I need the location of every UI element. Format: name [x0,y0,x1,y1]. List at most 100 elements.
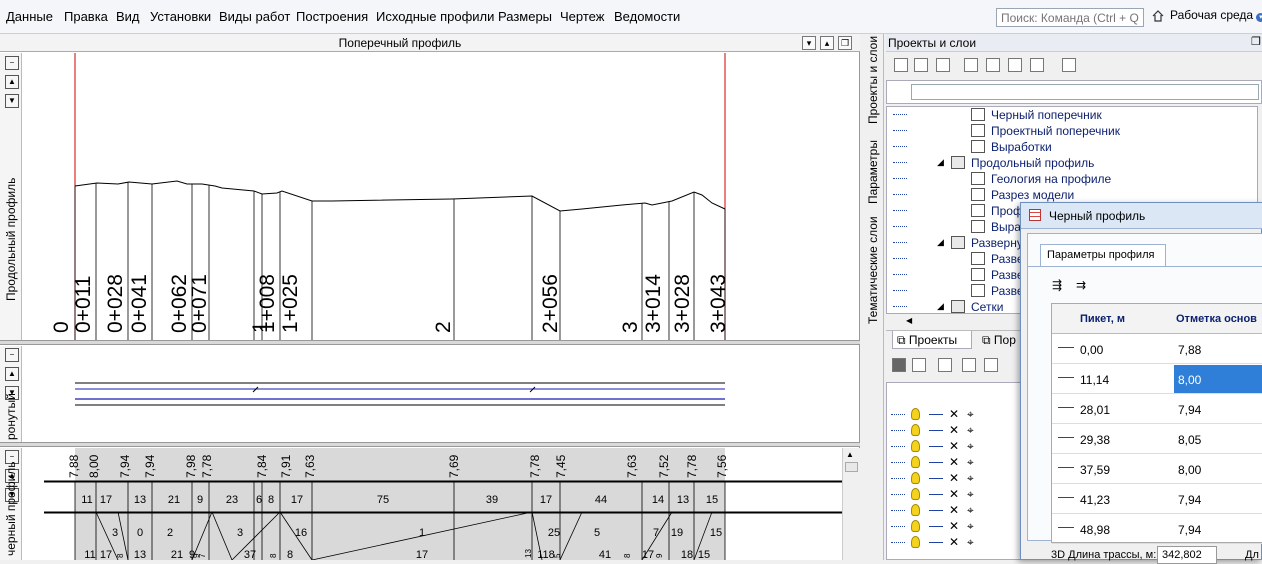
tree-item[interactable]: ◢ Продольный профиль [887,155,1259,171]
collapse-button[interactable]: − [5,348,19,362]
tree-item[interactable]: Черный поперечник [887,107,1259,123]
visibility-bulb-icon[interactable] [911,456,920,468]
copy-layer-icon[interactable] [962,358,976,372]
restore-button[interactable]: ❐ [838,36,852,50]
target-icon[interactable]: ⌖ [967,455,974,470]
cross-icon[interactable]: ✕ [949,535,959,549]
piket-cell[interactable]: 28,01 [1080,403,1110,417]
grid-row[interactable]: 0,00 7,88 [1052,334,1262,364]
tree-item[interactable]: Разрез модели [887,187,1259,203]
grid-row[interactable]: 41,23 7,94 [1052,484,1262,514]
float-icon[interactable]: ❐ [1251,35,1261,48]
layer-row[interactable]: ✕ ⌖ [887,439,1021,455]
grid-row[interactable]: 28,01 7,94 [1052,394,1262,424]
target-icon[interactable]: ⌖ [967,471,974,486]
expand-icon[interactable]: ◢ [937,237,944,248]
new-document-icon[interactable] [964,58,978,72]
scrollbar-thumb[interactable] [845,462,858,472]
tree-add-icon[interactable] [914,58,928,72]
layer-row[interactable]: ✕ ⌖ [887,535,1021,551]
tab-other[interactable]: ⧉ Пор [982,333,1016,348]
lock-icon[interactable] [929,510,943,511]
elevation-cell[interactable]: 7,88 [1178,343,1201,357]
target-icon[interactable]: ⌖ [967,487,974,502]
tree-item[interactable]: Выработки [887,139,1259,155]
side-tab-longitudinal[interactable]: − ▲ ▼ Продольный профиль [0,53,22,340]
target-icon[interactable]: ⌖ [967,423,974,438]
lock-icon[interactable] [929,478,943,479]
lock-icon[interactable] [929,446,943,447]
expand-icon[interactable]: ◢ [937,157,944,168]
menu-source-profiles[interactable]: Исходные профили [376,9,494,24]
elevation-cell[interactable]: 8,00 [1174,365,1262,393]
pane-separator[interactable] [0,340,860,345]
side-tab-unfolded[interactable]: − ▲ ▼ ронутый [0,346,22,442]
menu-view[interactable]: Вид [116,9,140,24]
tree-icon[interactable] [894,58,908,72]
lock-icon[interactable] [929,542,943,543]
visibility-bulb-icon[interactable] [911,488,920,500]
command-search-input[interactable] [996,8,1144,27]
piket-cell[interactable]: 37,59 [1080,463,1110,477]
tree-remove-icon[interactable] [936,58,950,72]
layer-row[interactable]: ✕ ⌖ [887,455,1021,471]
cross-icon[interactable]: ✕ [949,439,959,453]
piket-cell[interactable]: 29,38 [1080,433,1110,447]
visibility-bulb-icon[interactable] [911,536,920,548]
grid-row[interactable]: 11,14 8,00 [1052,364,1262,394]
cross-icon[interactable]: ✕ [949,519,959,533]
visibility-bulb-icon[interactable] [911,504,920,516]
menu-data[interactable]: Данные [6,9,53,24]
pane-separator[interactable] [0,442,860,447]
layer-icon[interactable] [892,358,906,372]
document-icon[interactable] [1008,58,1022,72]
visibility-bulb-icon[interactable] [911,408,920,420]
transform-icon[interactable] [984,358,998,372]
grid-row[interactable]: 48,98 7,94 [1052,514,1262,544]
piket-cell[interactable]: 48,98 [1080,523,1110,537]
tab-thematic-layers[interactable]: Тематические слои [866,216,880,324]
target-icon[interactable]: ⌖ [967,439,974,454]
tab-projects[interactable]: ⧉ Проекты [892,331,972,349]
cross-icon[interactable]: ✕ [949,455,959,469]
paint-icon[interactable] [912,358,926,372]
visibility-bulb-icon[interactable] [911,424,920,436]
elevation-cell[interactable]: 7,94 [1178,493,1201,507]
layer-row[interactable]: ✕ ⌖ [887,503,1021,519]
layer-row[interactable]: ✕ ⌖ [887,471,1021,487]
visibility-icon[interactable] [938,358,952,372]
cross-icon[interactable]: ✕ [949,471,959,485]
piket-cell[interactable]: 11,14 [1080,373,1109,387]
visibility-bulb-icon[interactable] [911,520,920,532]
collapse-button[interactable]: − [5,56,19,70]
elevation-cell[interactable]: 8,05 [1178,433,1201,447]
tree-item[interactable]: Проектный поперечник [887,123,1259,139]
scroll-up-button[interactable]: ▲ [5,367,19,381]
scroll-left-icon[interactable]: ◀ [906,316,912,325]
scroll-down-button[interactable]: ▼ [5,94,19,108]
length-field[interactable]: 342,802 [1157,546,1217,564]
lock-icon[interactable] [929,430,943,431]
cross-icon[interactable]: ✕ [949,503,959,517]
tree-item[interactable]: Геология на профиле [887,171,1259,187]
lock-icon[interactable] [929,494,943,495]
copy-icon[interactable] [986,58,1000,72]
scroll-up-button[interactable]: ▲ [5,75,19,89]
layer-row[interactable]: ✕ ⌖ [887,407,1021,423]
grid-row[interactable]: 37,59 8,00 [1052,454,1262,484]
piket-cell[interactable]: 41,23 [1080,493,1110,507]
expand-icon[interactable]: ◢ [937,301,944,312]
visibility-bulb-icon[interactable] [911,440,920,452]
lock-icon[interactable] [929,526,943,527]
elevation-cell[interactable]: 7,94 [1178,403,1201,417]
tab-projects-layers[interactable]: Проекты и слои [866,36,880,124]
workspace-selector[interactable]: Рабочая среда ▾ [1170,8,1262,22]
menu-dimensions[interactable]: Размеры [498,9,552,24]
column-elevation[interactable]: Отметка основ [1176,313,1257,325]
menu-work-types[interactable]: Виды работ [219,9,290,24]
layer-row[interactable]: ✕ ⌖ [887,519,1021,535]
visibility-bulb-icon[interactable] [911,472,920,484]
maximize-button[interactable]: ▴ [820,36,834,50]
tab-parameters[interactable]: Параметры [866,140,880,204]
cross-icon[interactable]: ✕ [949,407,959,421]
